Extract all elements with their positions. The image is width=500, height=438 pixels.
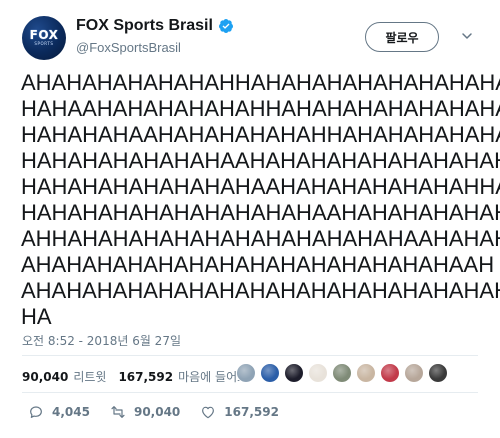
tweet-line: AHAHAHAHAHAHAHHAHAHAHAHAHAHAHAHA	[21, 70, 500, 95]
liker-avatar-1[interactable]	[236, 363, 256, 383]
liker-avatar-7[interactable]	[380, 363, 400, 383]
avatar-logo-text: FOX	[29, 28, 59, 42]
likes-count[interactable]: 167,592	[118, 370, 173, 384]
verified-badge-icon	[218, 19, 233, 33]
tweet-line: AHHAHAHAHAHAHAHAHAHAHAHAHAAHAHAH	[21, 226, 500, 251]
liker-avatar-9[interactable]	[428, 363, 448, 383]
account-handle[interactable]: @FoxSportsBrasil	[76, 40, 181, 55]
tweet-actions: 4,045 90,040 167,592	[28, 404, 299, 420]
display-name[interactable]: FOX Sports Brasil	[76, 17, 213, 35]
like-count: 167,592	[224, 405, 279, 419]
tweet-stats: 90,040 리트윗 167,592 마음에 들어요	[22, 368, 248, 385]
divider	[22, 355, 478, 356]
liker-avatar-6[interactable]	[356, 363, 376, 383]
retweets-count[interactable]: 90,040	[22, 370, 68, 384]
retweet-count: 90,040	[133, 405, 181, 419]
divider	[22, 392, 478, 393]
tweet-text: AHAHAHAHAHAHAHHAHAHAHAHAHAHAHAHA HAHAAHA…	[21, 70, 500, 330]
retweet-icon	[111, 406, 125, 418]
tweet-line: HAHAHAHAHAHAHAAHAHAHAHAHAHAHAHAHA	[21, 148, 500, 173]
tweet-line: HAHAHAHAAHAHAHAHAHAHHAHAHAHAHAHA	[21, 122, 500, 147]
liker-avatars	[236, 363, 448, 383]
avatar-logo-subtext: SPORTS	[34, 41, 54, 46]
tweet-line: HAHAAHAHAHAHAHAHHAHAHAHAHAHAHAHA	[21, 96, 500, 121]
retweet-button[interactable]: 90,040	[110, 404, 180, 420]
tweet-timestamp[interactable]: 오전 8:52 - 2018년 6월 27일	[22, 332, 181, 349]
account-name-row: FOX Sports Brasil	[76, 17, 234, 35]
reply-button[interactable]: 4,045	[28, 404, 90, 420]
liker-avatar-5[interactable]	[332, 363, 352, 383]
tweet-line: HAHAHAHAHAHAHAHAHAHAAHAHAHAHAHAH	[21, 200, 500, 225]
liker-avatar-4[interactable]	[308, 363, 328, 383]
profile-avatar[interactable]: FOX SPORTS	[22, 16, 66, 60]
retweets-label[interactable]: 리트윗	[73, 368, 106, 385]
chevron-down-icon[interactable]	[461, 30, 473, 42]
tweet-line: HAHAHAHAHAHAHAHAAHAHAHAHAHAHAHHA	[21, 174, 500, 199]
like-button[interactable]: 167,592	[200, 404, 279, 420]
follow-button[interactable]: 팔로우	[365, 22, 439, 52]
liker-avatar-8[interactable]	[404, 363, 424, 383]
tweet-line: HA	[21, 304, 52, 329]
liker-avatar-3[interactable]	[284, 363, 304, 383]
liker-avatar-2[interactable]	[260, 363, 280, 383]
fox-sports-logo: FOX SPORTS	[26, 28, 62, 48]
tweet-line: AHAHAHAHAHAHAHAHAHAHAHAHAHAHAAH	[21, 252, 495, 277]
tweet-line: AHAHAHAHAHAHAHAHAHAHAHAHAHAHAHAHA	[21, 278, 500, 303]
reply-count: 4,045	[52, 405, 90, 419]
reply-icon	[30, 406, 42, 418]
heart-icon	[202, 406, 215, 419]
